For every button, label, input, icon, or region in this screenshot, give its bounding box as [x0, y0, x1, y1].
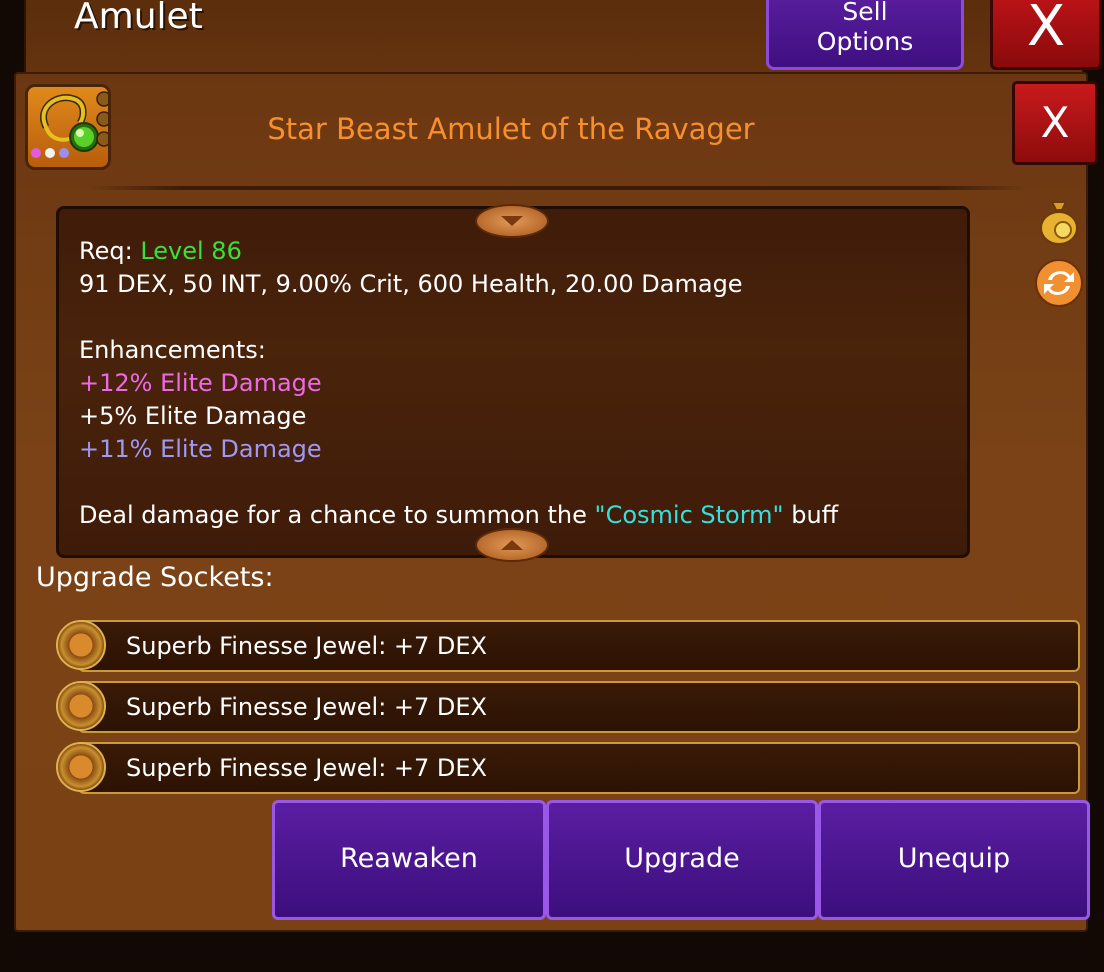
socket-row[interactable]: Superb Finesse Jewel: +7 DEX [56, 742, 1080, 794]
scroll-up-button[interactable] [475, 204, 549, 238]
item-detail-panel: Star Beast Amulet of the Ravager X Req: … [14, 72, 1098, 932]
close-button[interactable]: X [1012, 81, 1098, 165]
header-divider [88, 186, 1028, 190]
swap-icon[interactable] [1034, 258, 1083, 307]
reawaken-button[interactable]: Reawaken [272, 800, 546, 920]
item-title: Star Beast Amulet of the Ravager [267, 112, 755, 146]
socket-text: Superb Finesse Jewel: +7 DEX [126, 754, 487, 782]
enhancement-2: +5% Elite Damage [79, 402, 307, 430]
description-text: Req: Level 86 91 DEX, 50 INT, 9.00% Crit… [79, 235, 947, 532]
enhancement-3: +11% Elite Damage [79, 435, 322, 463]
scroll-down-button[interactable] [475, 528, 549, 562]
unequip-button[interactable]: Unequip [818, 800, 1090, 920]
item-header: Star Beast Amulet of the Ravager X [16, 74, 1098, 184]
socket-text: Superb Finesse Jewel: +7 DEX [126, 693, 487, 721]
chevron-up-icon [501, 540, 523, 550]
gold-bag-icon[interactable] [1036, 196, 1082, 245]
socket-row[interactable]: Superb Finesse Jewel: +7 DEX [56, 681, 1080, 733]
req-label: Req: [79, 237, 141, 265]
sell-options-label-line1: Sell [842, 0, 888, 26]
effect-prefix: Deal damage for a chance to summon the [79, 501, 595, 529]
socket-text: Superb Finesse Jewel: +7 DEX [126, 632, 487, 660]
jewel-socket-icon [56, 681, 106, 731]
description-box[interactable]: Req: Level 86 91 DEX, 50 INT, 9.00% Crit… [56, 206, 970, 558]
jewel-socket-icon [56, 742, 106, 792]
stats-line: 91 DEX, 50 INT, 9.00% Crit, 600 Health, … [79, 270, 743, 298]
req-level: Level 86 [140, 237, 242, 265]
enhancement-1: +12% Elite Damage [79, 369, 322, 397]
effect-suffix: buff [783, 501, 839, 529]
sell-options-label-line2: Options [816, 27, 914, 56]
bottom-background [24, 932, 1084, 972]
jewel-socket-icon [56, 620, 106, 670]
effect-buff: "Cosmic Storm" [594, 501, 784, 529]
upgrade-sockets-label: Upgrade Sockets: [36, 562, 274, 593]
socket-row[interactable]: Superb Finesse Jewel: +7 DEX [56, 620, 1080, 672]
sell-options-button[interactable]: Sell Options [766, 0, 964, 70]
background-close-button[interactable]: X [990, 0, 1102, 70]
enhancements-header: Enhancements: [79, 336, 266, 364]
chevron-down-icon [501, 216, 523, 226]
upgrade-button[interactable]: Upgrade [546, 800, 818, 920]
background-window-title: Amulet [74, 0, 203, 37]
